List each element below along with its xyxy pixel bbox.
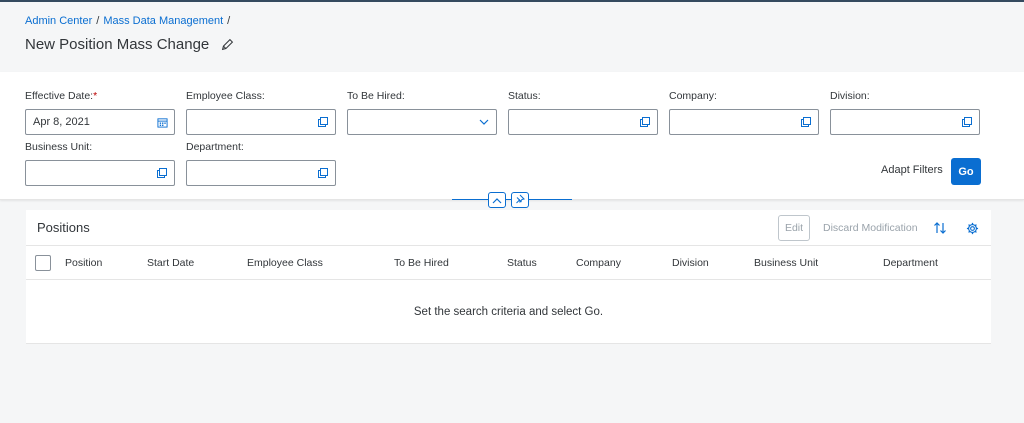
filter-bar: Effective Date:* Apr 8, 2021 Employee Cl… xyxy=(0,72,1024,200)
filter-employee-class: Employee Class: xyxy=(186,89,336,135)
effective-date-value: Apr 8, 2021 xyxy=(33,116,90,128)
filter-label: To Be Hired: xyxy=(347,90,405,102)
department-input[interactable] xyxy=(186,160,336,186)
filter-label: Department: xyxy=(186,141,244,153)
settings-gear-icon[interactable] xyxy=(964,220,980,236)
business-unit-input[interactable] xyxy=(25,160,175,186)
value-help-icon[interactable] xyxy=(955,110,979,134)
pencil-icon[interactable] xyxy=(219,37,235,53)
discard-modification-button[interactable]: Discard Modification xyxy=(823,222,918,234)
table-toolbar: Positions Edit Discard Modification xyxy=(26,210,991,245)
employee-class-input[interactable] xyxy=(186,109,336,135)
filter-division: Division: xyxy=(830,89,980,135)
pin-header-button[interactable] xyxy=(511,192,529,208)
page-title: New Position Mass Change xyxy=(25,36,210,53)
breadcrumb: Admin Center / Mass Data Management / xyxy=(25,14,999,28)
table-column-header: Position Start Date Employee Class To Be… xyxy=(26,245,991,280)
column-header-company[interactable]: Company xyxy=(576,257,621,269)
pin-icon xyxy=(515,191,525,209)
collapse-header-button[interactable] xyxy=(488,192,506,208)
breadcrumb-admin-center[interactable]: Admin Center xyxy=(25,15,92,27)
effective-date-input[interactable]: Apr 8, 2021 xyxy=(25,109,175,135)
chevron-down-icon[interactable] xyxy=(472,110,496,134)
required-marker: * xyxy=(93,90,98,102)
filter-to-be-hired: To Be Hired: xyxy=(347,89,497,135)
positions-table: Positions Edit Discard Modification Posi… xyxy=(26,210,991,344)
division-input[interactable] xyxy=(830,109,980,135)
column-header-department[interactable]: Department xyxy=(883,257,938,269)
chevron-up-icon xyxy=(492,191,502,209)
adapt-filters-button[interactable]: Adapt Filters xyxy=(881,164,943,176)
company-input[interactable] xyxy=(669,109,819,135)
column-header-position[interactable]: Position xyxy=(65,257,102,269)
table-title: Positions xyxy=(37,220,90,235)
page-header: Admin Center / Mass Data Management / Ne… xyxy=(0,2,1024,70)
value-help-icon[interactable] xyxy=(311,161,335,185)
value-help-icon[interactable] xyxy=(150,161,174,185)
no-data-message: Set the search criteria and select Go. xyxy=(413,306,604,318)
filter-effective-date: Effective Date:* Apr 8, 2021 xyxy=(25,89,175,135)
filter-label: Company: xyxy=(669,90,717,102)
to-be-hired-select[interactable] xyxy=(347,109,497,135)
filter-department: Department: xyxy=(186,140,336,186)
status-input[interactable] xyxy=(508,109,658,135)
calendar-icon[interactable] xyxy=(150,110,174,134)
column-header-to-be-hired[interactable]: To Be Hired xyxy=(394,257,449,269)
select-all-checkbox[interactable] xyxy=(35,255,51,271)
filter-label: Effective Date: xyxy=(25,90,94,102)
filter-label: Status: xyxy=(508,90,541,102)
value-help-icon[interactable] xyxy=(794,110,818,134)
value-help-icon[interactable] xyxy=(311,110,335,134)
breadcrumb-separator: / xyxy=(227,15,231,27)
sort-icon[interactable] xyxy=(932,220,948,236)
filter-status: Status: xyxy=(508,89,658,135)
edit-button[interactable]: Edit xyxy=(778,215,810,241)
column-header-division[interactable]: Division xyxy=(672,257,709,269)
breadcrumb-separator: / xyxy=(96,15,100,27)
filter-business-unit: Business Unit: xyxy=(25,140,175,186)
go-button[interactable]: Go xyxy=(951,158,981,185)
column-header-start-date[interactable]: Start Date xyxy=(147,257,194,269)
column-header-business-unit[interactable]: Business Unit xyxy=(754,257,818,269)
value-help-icon[interactable] xyxy=(633,110,657,134)
breadcrumb-mass-data-management[interactable]: Mass Data Management xyxy=(103,15,223,27)
column-header-employee-class[interactable]: Employee Class xyxy=(247,257,323,269)
filter-label: Employee Class: xyxy=(186,90,265,102)
filter-label: Division: xyxy=(830,90,870,102)
filter-company: Company: xyxy=(669,89,819,135)
column-header-status[interactable]: Status xyxy=(507,257,537,269)
filter-label: Business Unit: xyxy=(25,141,93,153)
